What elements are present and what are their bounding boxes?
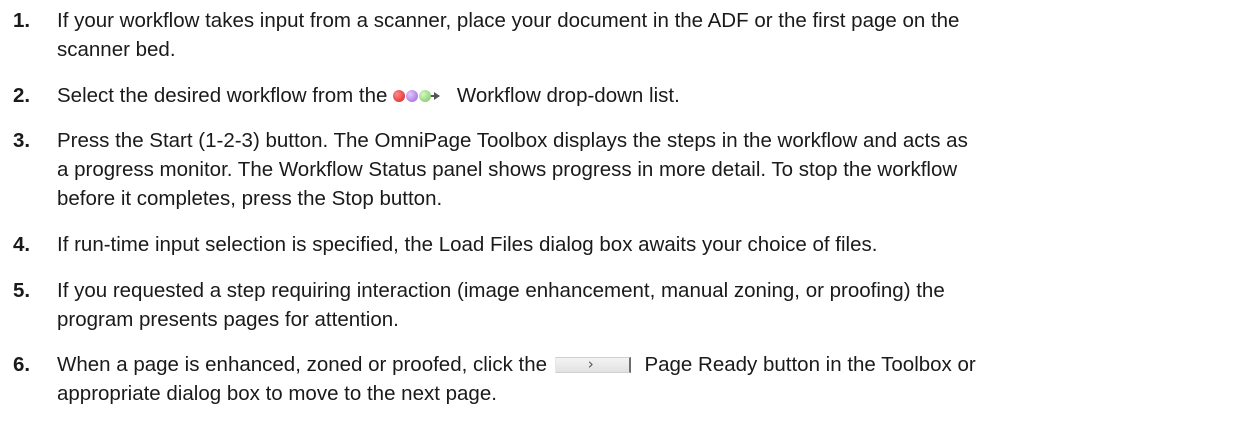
step-number: 3.: [13, 129, 31, 152]
step-text-line: If your workflow takes input from a scan…: [57, 9, 960, 32]
red-dot-icon: [393, 90, 406, 102]
step-text-line: a progress monitor. The Workflow Status …: [57, 158, 958, 181]
chevron-right-icon: ›: [587, 355, 594, 373]
step-text: If your workflow takes input from a scan…: [57, 6, 1247, 64]
step-number: 4.: [13, 233, 31, 256]
purple-dot-icon: [406, 90, 419, 102]
step-text-line: If run-time input selection is specified…: [57, 233, 878, 256]
step-text-after: Page Ready button in the Toolbox or: [644, 353, 976, 376]
step-number: 1.: [13, 9, 31, 32]
step-text-before: Select the desired workflow from the: [57, 84, 388, 107]
arrow-right-icon: [434, 92, 441, 100]
green-dot-icon: [419, 90, 432, 102]
step-text: When a page is enhanced, zoned or proofe…: [57, 350, 1247, 408]
step-text: If you requested a step requiring intera…: [57, 276, 1247, 334]
step-number: 2.: [13, 84, 31, 107]
step-text: If run-time input selection is specified…: [57, 230, 1247, 259]
step-number: 6.: [13, 353, 31, 376]
workflow-dots-icon: [393, 89, 449, 103]
page-ready-button-image: ›: [554, 355, 631, 373]
step-text-line: When a page is enhanced, zoned or proofe…: [57, 350, 1247, 379]
step-number: 5.: [13, 279, 31, 302]
step-text-before: When a page is enhanced, zoned or proofe…: [57, 353, 548, 376]
step-text-after: Workflow drop-down list.: [456, 84, 680, 107]
step-text-line: Press the Start (1-2-3) button. The Omni…: [57, 129, 968, 152]
step-text: Select the desired workflow from the Wor…: [57, 81, 1247, 110]
step-text-line: If you requested a step requiring intera…: [57, 279, 945, 302]
step-text-line: appropriate dialog box to move to the ne…: [57, 382, 497, 405]
step-text: Press the Start (1-2-3) button. The Omni…: [57, 126, 1247, 213]
step-text-line: before it completes, press the Stop butt…: [57, 187, 443, 210]
step-text-line: scanner bed.: [57, 38, 176, 61]
step-text-line: program presents pages for attention.: [57, 308, 399, 331]
